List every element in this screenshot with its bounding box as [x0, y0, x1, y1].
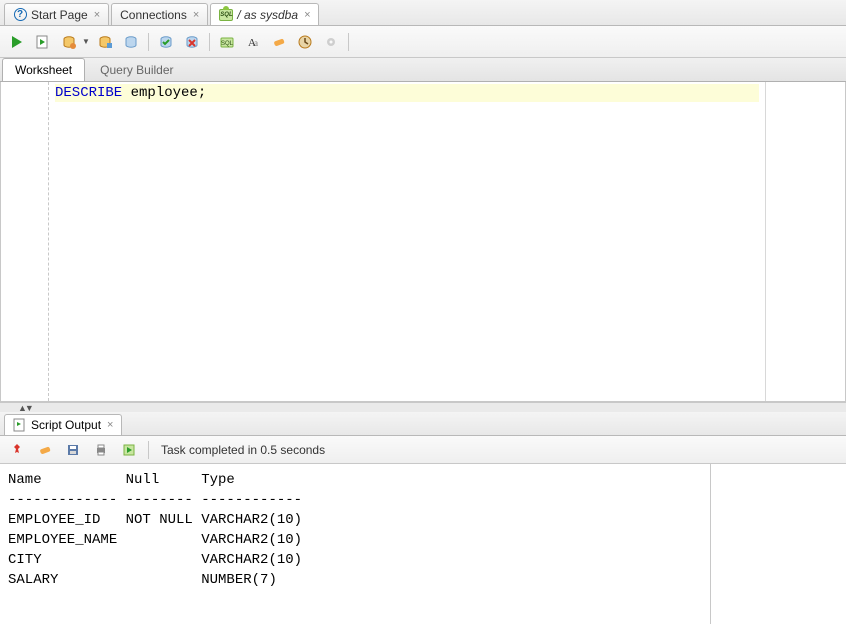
print-output-button[interactable] — [90, 439, 112, 461]
separator — [209, 33, 210, 51]
editor-gutter — [1, 82, 49, 401]
unshared-button[interactable]: SQL — [216, 31, 238, 53]
close-icon[interactable]: × — [107, 419, 113, 431]
svg-text:a: a — [254, 38, 258, 48]
clear-output-button[interactable] — [34, 439, 56, 461]
explain-plan-button[interactable] — [58, 31, 80, 53]
tab-label: Start Page — [31, 8, 88, 22]
separator — [148, 33, 149, 51]
grip-icon: ▲▼ — [18, 403, 32, 413]
sql-editor-container: DESCRIBE employee; — [0, 82, 846, 402]
tab-label: / as sysdba — [237, 8, 298, 22]
pin-button[interactable] — [6, 439, 28, 461]
rollback-button[interactable] — [181, 31, 203, 53]
splitter-handle[interactable]: ▲▼ — [0, 402, 846, 412]
output-tab-bar: Script Output × — [0, 412, 846, 436]
tab-connections[interactable]: Connections × — [111, 3, 208, 25]
tab-sql-worksheet[interactable]: SQL / as sysdba × — [210, 3, 319, 25]
sql-keyword: DESCRIBE — [55, 85, 122, 101]
settings-button[interactable] — [320, 31, 342, 53]
close-icon[interactable]: × — [94, 9, 100, 21]
separator — [348, 33, 349, 51]
run-button[interactable] — [6, 31, 28, 53]
sql-tuning-button[interactable] — [120, 31, 142, 53]
sql-history-button[interactable] — [294, 31, 316, 53]
tab-label: Query Builder — [100, 63, 173, 77]
commit-button[interactable] — [155, 31, 177, 53]
close-icon[interactable]: × — [193, 9, 199, 21]
script-output-text[interactable]: Name Null Type ------------- -------- --… — [0, 464, 710, 624]
tab-query-builder[interactable]: Query Builder — [87, 58, 186, 81]
top-tab-bar: ? Start Page × Connections × SQL / as sy… — [0, 0, 846, 26]
output-right-margin — [710, 464, 846, 624]
separator — [148, 441, 149, 459]
tab-label: Connections — [120, 8, 187, 22]
output-toolbar: Task completed in 0.5 seconds — [0, 436, 846, 464]
save-output-button[interactable] — [62, 439, 84, 461]
tab-script-output[interactable]: Script Output × — [4, 414, 122, 435]
worksheet-toolbar: ▼ SQL Aa — [0, 26, 846, 58]
status-text: Task completed in 0.5 seconds — [161, 443, 325, 457]
clear-button[interactable] — [268, 31, 290, 53]
sql-icon: SQL — [219, 8, 233, 22]
run-script-button[interactable] — [32, 31, 54, 53]
output-area-wrap: Name Null Type ------------- -------- --… — [0, 464, 846, 624]
svg-text:SQL: SQL — [221, 41, 234, 47]
tab-label: Worksheet — [15, 63, 72, 77]
help-icon: ? — [13, 8, 27, 22]
upper-lower-button[interactable]: Aa — [242, 31, 264, 53]
worksheet-tab-bar: Worksheet Query Builder — [0, 58, 846, 82]
autotrace-button[interactable] — [94, 31, 116, 53]
dropdown-arrow-icon[interactable]: ▼ — [82, 37, 90, 46]
sql-editor[interactable]: DESCRIBE employee; — [49, 82, 765, 401]
fetch-button[interactable] — [118, 439, 140, 461]
tab-start-page[interactable]: ? Start Page × — [4, 3, 109, 25]
editor-right-margin — [765, 82, 845, 401]
script-output-icon — [13, 418, 27, 432]
tab-label: Script Output — [31, 418, 101, 432]
tab-worksheet[interactable]: Worksheet — [2, 58, 85, 81]
close-icon[interactable]: × — [304, 9, 310, 21]
sql-text: employee; — [122, 85, 206, 101]
